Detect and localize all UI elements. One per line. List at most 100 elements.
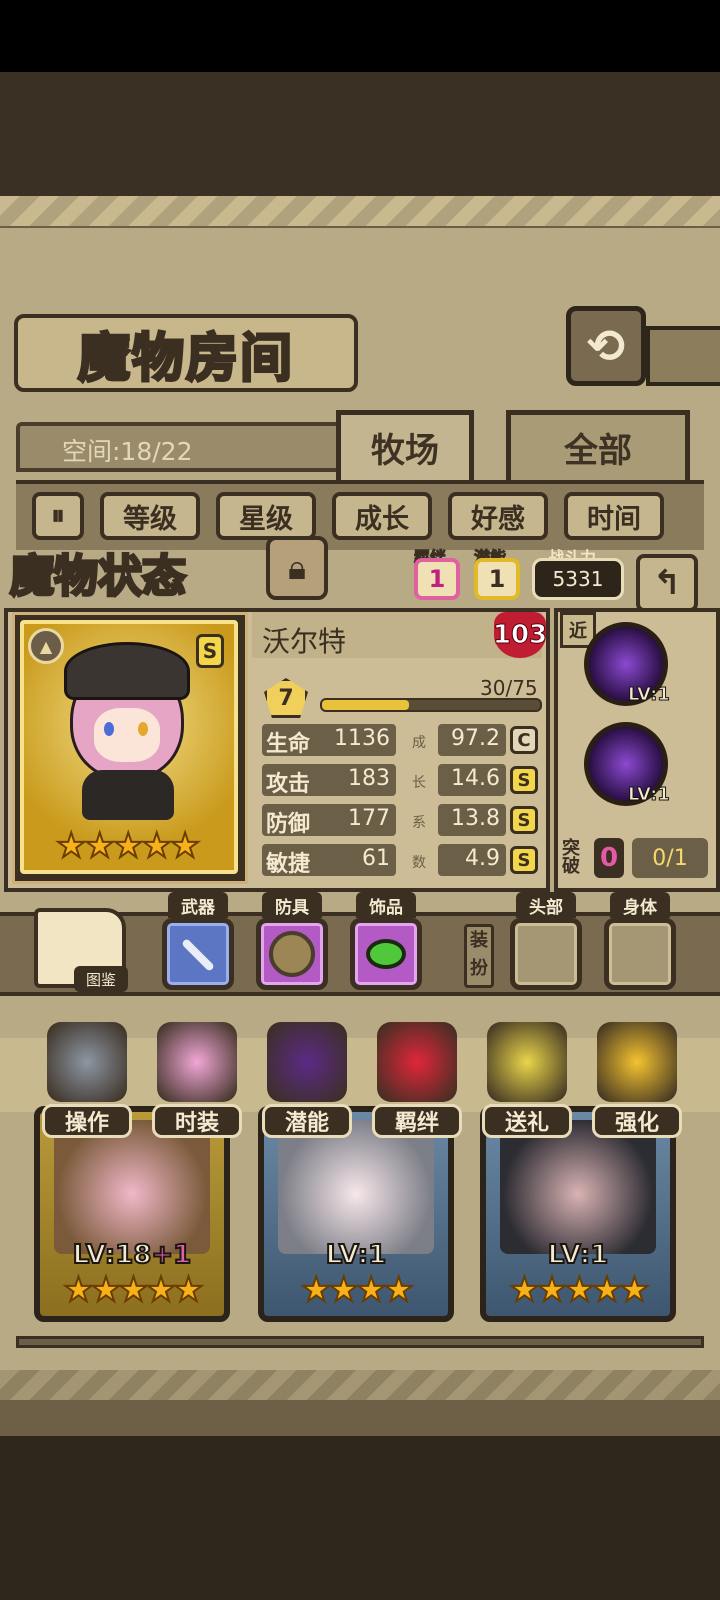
stat-label: 敏捷 [266, 852, 311, 877]
title-plate: 魔物房间 [14, 314, 358, 392]
action-gift-button[interactable]: 送礼 [482, 1022, 572, 1138]
grade-badge: S [510, 806, 538, 834]
bottom-backdrop [0, 1436, 720, 1600]
screen: 魔物房间 ⟲ 空间:18/22 牧场 全部 ⏸ 等级 星级 成长 好感 时间 魔… [0, 0, 720, 1600]
monster-card-1-level: LV:18+1 [40, 1239, 224, 1271]
upgrade-arrows-icon [597, 1022, 677, 1102]
monster-card-3-level: LV:1 [547, 1239, 609, 1271]
action-fashion-button[interactable]: 时装 [152, 1022, 242, 1138]
affection-value: 103 [492, 620, 548, 651]
body-slot-label: 身体 [610, 892, 670, 918]
filter-time[interactable]: 时间 [564, 492, 664, 540]
eye-amulet-icon [366, 939, 406, 969]
weapon-slot-label: 武器 [168, 892, 228, 918]
monster-card-2[interactable]: LV:1 ★★★★ [258, 1106, 454, 1322]
monster-card-2-stars: ★★★★ [300, 1269, 415, 1311]
tab-all[interactable]: 全部 [506, 410, 690, 480]
undo-arrow-icon: ⟲ [586, 319, 626, 373]
grade-badge: S [510, 846, 538, 874]
close-status-button[interactable]: ↰ [636, 554, 698, 612]
action-gift-label: 送礼 [482, 1104, 572, 1138]
action-operate-button[interactable]: 操作 [42, 1022, 132, 1138]
breakthrough-ratio[interactable]: 0/1 [632, 838, 708, 878]
dress-up-label: 装扮 [464, 924, 494, 988]
growth-char: 成 [412, 735, 426, 751]
back-button[interactable]: ⟲ [566, 306, 646, 386]
monster-card-3[interactable]: LV:1 ★★★★★ [480, 1106, 676, 1322]
room-bottom-border [16, 1336, 704, 1348]
filter-affection-label: 好感 [471, 503, 525, 535]
torn-edge-bottom [0, 1370, 720, 1400]
monster-body [82, 770, 174, 820]
left-eye [104, 722, 114, 736]
monster-card-2-level: LV:1 [325, 1239, 387, 1271]
sort-order-icon: ⏸ [51, 500, 65, 531]
filter-level-label: 等级 [123, 503, 177, 535]
action-potential-label: 潜能 [262, 1104, 352, 1138]
sort-order-button[interactable]: ⏸ [32, 492, 84, 540]
action-enhance-button[interactable]: 强化 [592, 1022, 682, 1138]
skill-1-level: LV:1 [628, 684, 671, 706]
monster-card-1[interactable]: LV:18+1 ★★★★★ [34, 1106, 230, 1322]
growth-char: 系 [412, 815, 426, 831]
monster-face [94, 708, 160, 762]
gift-icon [487, 1022, 567, 1102]
action-bond-button[interactable]: 羁绊 [372, 1022, 462, 1138]
weapon-slot[interactable] [162, 918, 234, 990]
gear-icon [47, 1022, 127, 1102]
growth-char: 长 [412, 775, 426, 791]
codex-label: 图鉴 [74, 966, 128, 992]
accessory-slot[interactable] [350, 918, 422, 990]
lock-icon: 🔒︎ [287, 548, 307, 588]
action-bond-label: 羁绊 [372, 1104, 462, 1138]
sword-icon [181, 938, 215, 972]
action-fashion-label: 时装 [152, 1104, 242, 1138]
stat-value: 1136 [334, 726, 390, 751]
monster-card-1-plus: +1 [150, 1239, 192, 1271]
right-eye [138, 722, 148, 736]
monster-card-2-portrait [278, 1120, 434, 1254]
grade-badge: S [510, 766, 538, 794]
growth-value: 13.8 [451, 806, 500, 831]
monster-stars: ★★★★★ [55, 825, 201, 867]
outfit-icon [157, 1022, 237, 1102]
accessory-slot-label: 饰品 [356, 892, 416, 918]
growth-value: 4.9 [465, 846, 500, 871]
monster-card-1-lv: LV:18 [72, 1239, 153, 1271]
affection-heart-icon: 103 [492, 612, 548, 658]
monster-card-1-stars: ★★★★★ [62, 1269, 204, 1311]
growth-char: 数 [412, 855, 426, 871]
action-potential-button[interactable]: 潜能 [262, 1022, 352, 1138]
page-title: 魔物房间 [76, 326, 294, 390]
filter-time-label: 时间 [587, 503, 641, 535]
action-enhance-label: 强化 [592, 1104, 682, 1138]
body-slot[interactable] [604, 918, 676, 990]
filter-growth-label: 成长 [355, 503, 409, 535]
armor-slot[interactable] [256, 918, 328, 990]
grade-badge: C [510, 726, 538, 754]
stat-value: 177 [348, 806, 390, 831]
growth-value: 14.6 [451, 766, 500, 791]
filter-affection[interactable]: 好感 [448, 492, 548, 540]
torn-edge-top [0, 196, 720, 226]
bond-badge: 1 [414, 558, 460, 600]
growth-value: 97.2 [451, 726, 500, 751]
xp-bar-fill [322, 700, 409, 710]
tab-ranch[interactable]: 牧场 [336, 410, 474, 480]
monster-card-3-portrait [500, 1120, 656, 1254]
top-backdrop [0, 72, 720, 200]
filter-star[interactable]: 星级 [216, 492, 316, 540]
filter-growth[interactable]: 成长 [332, 492, 432, 540]
filter-star-label: 星级 [239, 503, 293, 535]
head-slot[interactable] [510, 918, 582, 990]
tab-ranch-label: 牧场 [371, 431, 439, 471]
monster-name: 沃尔特 [262, 625, 347, 658]
breakthrough-count: 0 [594, 838, 624, 878]
head-slot-label: 头部 [516, 892, 576, 918]
stat-label: 攻击 [266, 772, 311, 797]
return-arrow-icon: ↰ [652, 563, 682, 603]
filter-level[interactable]: 等级 [100, 492, 200, 540]
lock-button[interactable]: 🔒︎ [266, 536, 328, 600]
rank-badge: S [196, 634, 224, 668]
combat-power: 5331 [532, 558, 624, 600]
